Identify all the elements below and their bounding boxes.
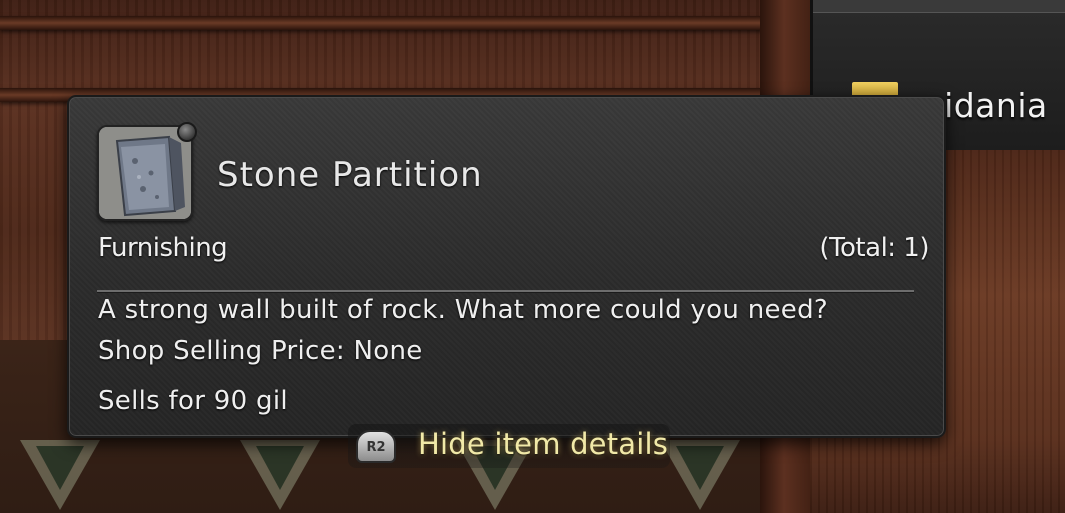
item-detail-tooltip: Stone Partition Furnishing (Total: 1) A … <box>67 95 946 438</box>
wooden-beam <box>0 16 810 30</box>
pennant-decoration <box>240 440 320 510</box>
hide-item-details-label[interactable]: Hide item details <box>418 427 668 461</box>
stone-partition-icon <box>97 125 193 221</box>
item-description: A strong wall built of rock. What more c… <box>98 295 828 325</box>
divider <box>97 290 914 293</box>
item-status-indicator <box>177 122 197 142</box>
pennant-decoration <box>20 440 100 510</box>
sell-value: Sells for 90 gil <box>98 386 288 416</box>
location-window-header <box>813 0 1065 13</box>
pennant-decoration <box>660 440 740 510</box>
item-name: Stone Partition <box>217 155 483 195</box>
item-total-count: (Total: 1) <box>819 233 929 263</box>
shop-selling-price: Shop Selling Price: None <box>98 336 423 366</box>
location-name: ridania <box>930 86 1048 125</box>
item-category: Furnishing <box>98 233 228 263</box>
r2-trigger-icon[interactable]: R2 <box>356 430 396 463</box>
